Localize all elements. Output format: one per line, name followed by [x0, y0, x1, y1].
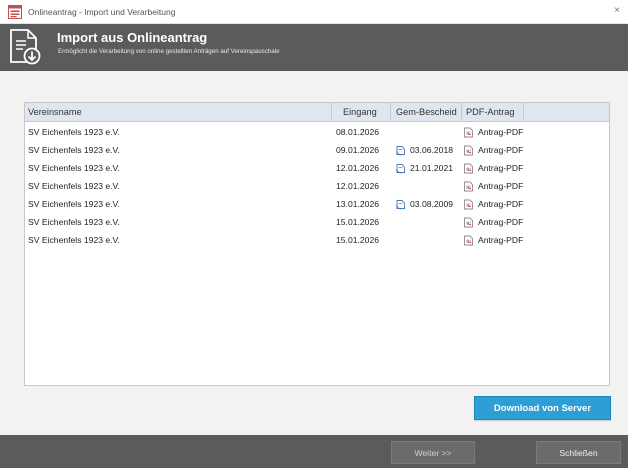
cell-eingang: 12.01.2026 [336, 163, 380, 173]
bescheid-date: 03.08.2009 [410, 199, 454, 209]
cell-pdf-antrag[interactable]: Antrag-PDF [463, 141, 523, 159]
footer-bar: Weiter >> Schließen [0, 435, 628, 468]
import-document-icon [10, 29, 41, 65]
table-header: Vereinsname Eingang Gem-Bescheid PDF-Ant… [25, 103, 609, 122]
pdf-file-icon [464, 181, 473, 191]
pdf-file-icon [464, 235, 473, 245]
page-title: Import aus Onlineantrag [57, 30, 208, 45]
column-divider[interactable] [331, 103, 332, 122]
column-divider[interactable] [523, 103, 524, 122]
cell-eingang: 15.01.2026 [336, 217, 380, 227]
column-header-gem-bescheid[interactable]: Gem-Bescheid [396, 103, 457, 122]
cell-pdf-antrag[interactable]: Antrag-PDF [463, 177, 523, 195]
pdf-file-icon [464, 127, 473, 137]
table-row[interactable]: SV Eichenfels 1923 e.V. 12.01.2026 Antrag-… [25, 177, 609, 195]
cell-vereinsname: SV Eichenfels 1923 e.V. [28, 235, 120, 245]
next-button[interactable]: Weiter >> [391, 441, 475, 464]
cell-vereinsname: SV Eichenfels 1923 e.V. [28, 145, 120, 155]
pdf-file-icon [464, 163, 473, 173]
cell-pdf-antrag[interactable]: Antrag-PDF [463, 213, 523, 231]
pdf-link-label: Antrag-PDF [478, 217, 524, 227]
cell-vereinsname: SV Eichenfels 1923 e.V. [28, 127, 120, 137]
cell-eingang: 12.01.2026 [336, 181, 380, 191]
pdf-link-label: Antrag-PDF [478, 235, 524, 245]
cell-vereinsname: SV Eichenfels 1923 e.V. [28, 163, 120, 173]
antrag-table: Vereinsname Eingang Gem-Bescheid PDF-Ant… [24, 102, 610, 386]
bescheid-document-icon [395, 199, 405, 209]
cell-pdf-antrag[interactable]: Antrag-PDF [463, 195, 523, 213]
cell-gem-bescheid[interactable]: 03.08.2009 [395, 195, 453, 213]
cell-pdf-antrag[interactable]: Antrag-PDF [463, 231, 523, 249]
content-area: Vereinsname Eingang Gem-Bescheid PDF-Ant… [0, 71, 628, 435]
window-titlebar: Onlineantrag - Import und Verarbeitung × [0, 0, 628, 24]
column-divider[interactable] [461, 103, 462, 122]
table-row[interactable]: SV Eichenfels 1923 e.V. 15.01.2026 Antrag-… [25, 231, 609, 249]
cell-eingang: 08.01.2026 [336, 127, 380, 137]
cell-pdf-antrag[interactable]: Antrag-PDF [463, 123, 523, 141]
app-form-icon [8, 4, 22, 19]
page-header: Import aus Onlineantrag Ermöglicht die V… [0, 24, 628, 71]
pdf-file-icon [464, 217, 473, 227]
bescheid-date: 21.01.2021 [410, 163, 454, 173]
cell-vereinsname: SV Eichenfels 1923 e.V. [28, 199, 120, 209]
cell-vereinsname: SV Eichenfels 1923 e.V. [28, 217, 120, 227]
pdf-link-label: Antrag-PDF [478, 181, 524, 191]
table-row[interactable]: SV Eichenfels 1923 e.V. 15.01.2026 Antrag-… [25, 213, 609, 231]
cell-eingang: 15.01.2026 [336, 235, 380, 245]
pdf-link-label: Antrag-PDF [478, 145, 524, 155]
page-subtitle: Ermöglicht die Verarbeitung von online g… [58, 48, 280, 55]
cell-vereinsname: SV Eichenfels 1923 e.V. [28, 181, 120, 191]
column-divider[interactable] [390, 103, 391, 122]
bescheid-document-icon [395, 163, 405, 173]
download-from-server-button[interactable]: Download von Server [474, 396, 611, 420]
pdf-link-label: Antrag-PDF [478, 127, 524, 137]
bescheid-document-icon [395, 145, 405, 155]
cell-gem-bescheid[interactable]: 21.01.2021 [395, 159, 453, 177]
table-row[interactable]: SV Eichenfels 1923 e.V. 08.01.2026 Antrag-… [25, 123, 609, 141]
window-title: Onlineantrag - Import und Verarbeitung [28, 6, 176, 17]
cell-eingang: 09.01.2026 [336, 145, 380, 155]
table-row[interactable]: SV Eichenfels 1923 e.V. 12.01.2026 21.01.2… [25, 159, 609, 177]
pdf-file-icon [464, 199, 473, 209]
column-header-vereinsname[interactable]: Vereinsname [28, 103, 82, 122]
column-header-pdf-antrag[interactable]: PDF-Antrag [466, 103, 515, 122]
pdf-link-label: Antrag-PDF [478, 199, 524, 209]
column-header-eingang[interactable]: Eingang [343, 103, 377, 122]
close-icon[interactable]: × [614, 5, 620, 16]
bescheid-date: 03.06.2018 [410, 145, 454, 155]
pdf-file-icon [464, 145, 473, 155]
close-button[interactable]: Schließen [536, 441, 621, 464]
table-row[interactable]: SV Eichenfels 1923 e.V. 09.01.2026 03.06.2… [25, 141, 609, 159]
cell-eingang: 13.01.2026 [336, 199, 380, 209]
table-row[interactable]: SV Eichenfels 1923 e.V. 13.01.2026 03.08.2… [25, 195, 609, 213]
cell-gem-bescheid[interactable]: 03.06.2018 [395, 141, 453, 159]
pdf-link-label: Antrag-PDF [478, 163, 524, 173]
cell-pdf-antrag[interactable]: Antrag-PDF [463, 159, 523, 177]
